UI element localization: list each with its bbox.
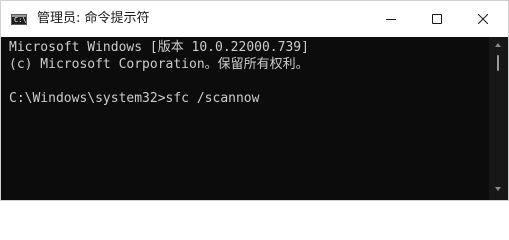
- close-button[interactable]: [460, 1, 506, 37]
- console-prompt-line[interactable]: C:\Windows\system32>sfc /scannow: [9, 90, 489, 107]
- console-icon[interactable]: C:\: [11, 14, 27, 25]
- console-line: (c) Microsoft Corporation。保留所有权利。: [9, 57, 309, 72]
- scroll-down-arrow-icon[interactable]: [495, 187, 501, 191]
- minimize-button[interactable]: [368, 1, 414, 37]
- console-line: Microsoft Windows [版本 10.0.22000.739]: [9, 40, 309, 55]
- console-output[interactable]: Microsoft Windows [版本 10.0.22000.739] (c…: [1, 37, 489, 200]
- scroll-up-arrow-icon[interactable]: [495, 43, 501, 47]
- title-bar[interactable]: C:\ 管理员: 命令提示符: [1, 1, 508, 37]
- window-title: 管理员: 命令提示符: [37, 11, 150, 26]
- console-icon-glyph: C:\: [14, 16, 27, 24]
- close-icon: [478, 14, 488, 24]
- scroll-thumb[interactable]: [497, 55, 499, 71]
- maximize-button[interactable]: [414, 1, 460, 37]
- command-prompt-window: C:\ 管理员: 命令提示符 Microsoft Windows [版本 10.…: [0, 0, 509, 201]
- vertical-scrollbar[interactable]: [489, 37, 508, 200]
